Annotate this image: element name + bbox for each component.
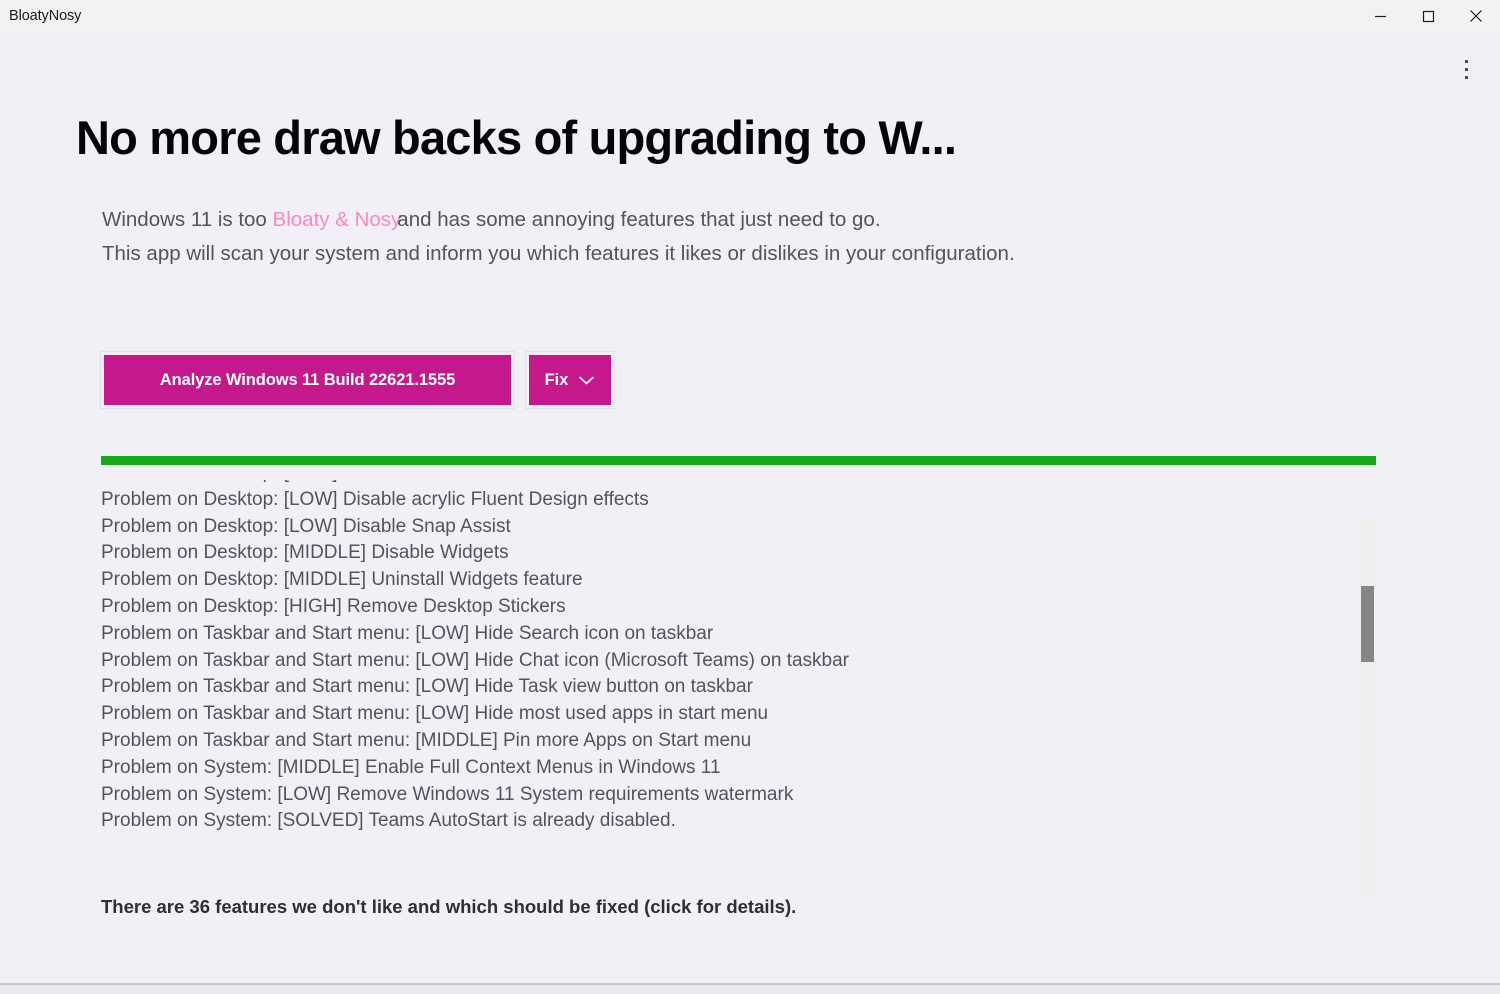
list-item[interactable]: Problem on Desktop: [MIDDLE] Disable Wid… [101,540,1361,567]
analyze-button[interactable]: Analyze Windows 11 Build 22621.1555 [100,351,515,409]
list-item[interactable]: Problem on Desktop: [LOW] Use Windows da… [101,480,1361,487]
results-list-viewport: Problem on Desktop: [LOW] Use Windows da… [101,480,1361,835]
window-bottom-strip [0,985,1500,994]
title-bar: BloatyNosy [0,0,1500,32]
main-content: No more draw backs of upgrading to W... … [0,32,1500,994]
list-item[interactable]: Problem on Desktop: [LOW] Disable Snap A… [101,514,1361,541]
list-item[interactable]: Problem on Taskbar and Start menu: [LOW]… [101,701,1361,728]
close-button[interactable] [1452,0,1500,32]
fix-dropdown-button[interactable]: Fix [525,351,615,409]
window-controls [1356,0,1500,32]
list-item[interactable]: Problem on System: [LOW] Remove Windows … [101,782,1361,809]
results-summary[interactable]: There are 36 features we don't like and … [101,896,796,918]
minimize-button[interactable] [1356,0,1404,32]
page-title: No more draw backs of upgrading to W... [76,111,957,164]
fix-button-label: Fix [544,370,569,389]
page-subtitle: Windows 11 is too Bloaty & Nosyand has s… [102,203,1015,271]
brand-accent-text: Bloaty & Nosy [272,208,402,231]
subtitle-line-2: This app will scan your system and infor… [102,242,1015,265]
action-button-group: Analyze Windows 11 Build 22621.1555 Fix [100,351,615,409]
list-item[interactable]: Problem on Desktop: [HIGH] Remove Deskto… [101,594,1361,621]
window-title: BloatyNosy [9,8,82,24]
list-item[interactable]: Problem on Desktop: [LOW] Disable acryli… [101,487,1361,514]
chevron-down-icon [578,375,595,386]
maximize-icon [1422,10,1434,22]
list-item[interactable]: Problem on Desktop: [MIDDLE] Uninstall W… [101,567,1361,594]
list-item[interactable]: Problem on Taskbar and Start menu: [LOW]… [101,674,1361,701]
scan-progress-fill [101,456,1376,465]
subtitle-prefix: Windows 11 is too [102,208,267,231]
minimize-icon [1374,15,1386,17]
scan-progress-bar [101,456,1376,465]
subtitle-line-1: Windows 11 is too Bloaty & Nosyand has s… [102,203,1015,237]
results-scrollbar-thumb[interactable] [1361,586,1374,662]
subtitle-suffix: and has some annoying features that just… [397,208,881,231]
results-scrollbar[interactable] [1358,520,1377,898]
close-icon [1470,10,1482,22]
list-item[interactable]: Problem on System: [MIDDLE] Enable Full … [101,755,1361,782]
list-item[interactable]: Problem on Taskbar and Start menu: [MIDD… [101,728,1361,755]
maximize-button[interactable] [1404,0,1452,32]
list-item[interactable]: Problem on Taskbar and Start menu: [LOW]… [101,621,1361,648]
results-list[interactable]: Problem on Desktop: [LOW] Use Windows da… [101,480,1384,872]
list-item[interactable]: Problem on System: [SOLVED] Teams AutoSt… [101,808,1361,835]
list-item[interactable]: Problem on Taskbar and Start menu: [LOW]… [101,648,1361,675]
